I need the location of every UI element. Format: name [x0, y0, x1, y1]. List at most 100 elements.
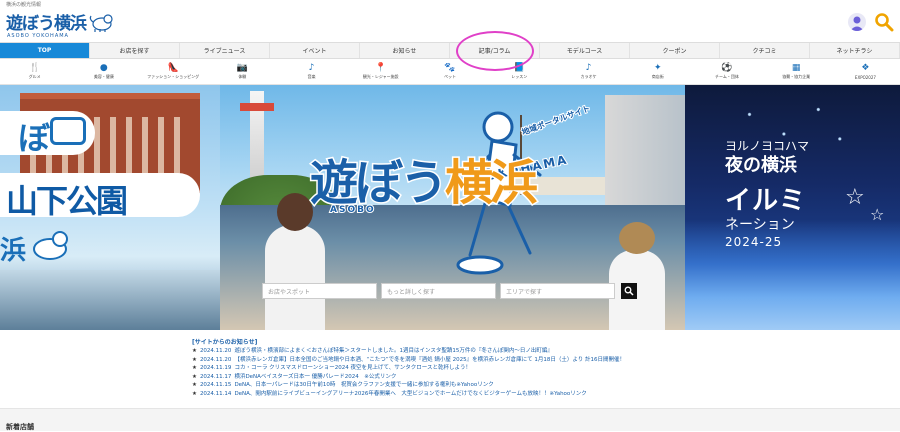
search-icon[interactable] — [874, 12, 894, 32]
category-label: 商店街 — [651, 74, 664, 79]
tab-live-news[interactable]: ライブニュース — [180, 43, 270, 58]
asobo-text: ASOBO — [329, 204, 376, 216]
hero-logo: 遊ぼう横浜 — [308, 143, 540, 213]
hero-slide-main[interactable]: 地域ポータルサイト YOKOHAMA 遊ぼう横浜 ASOBO お店やスポット も… — [220, 85, 685, 330]
star-bullet-icon: ★ — [192, 382, 197, 388]
category-experience[interactable]: 📷 体験 — [208, 59, 277, 84]
tab-find-stores[interactable]: お店を探す — [90, 43, 180, 58]
music-note-icon: ♪ — [585, 62, 592, 73]
beauty-icon: ● — [99, 62, 108, 73]
news-item[interactable]: ★ 2024.11.15 DeNA、日本一パレードは30日午前10時 祝賀会クラファ… — [192, 381, 752, 390]
news-link[interactable]: DeNA、日本一パレードは30日午前10時 祝賀会クラファン支援で一緒に参加する… — [234, 382, 493, 388]
search-icon — [624, 286, 634, 296]
news-item[interactable]: ★ 2024.11.20 【横浜赤レンガ倉庫】日本全国のご当地鍋や日本酒、“こたつ”… — [192, 356, 752, 365]
announcements-title: [サイトからのお知らせ] — [192, 339, 258, 346]
logo-subtitle: ASOBO YOKOHAMA — [7, 33, 69, 39]
tab-top[interactable]: TOP — [0, 43, 90, 58]
store-spot-search-input[interactable]: お店やスポット — [262, 283, 377, 299]
category-lessons[interactable]: 📘 レッスン — [485, 59, 554, 84]
category-karaoke[interactable]: ♪ カラオケ — [554, 59, 623, 84]
music-note-icon: ♪ — [308, 62, 315, 73]
news-item[interactable]: ★ 2024.11.14 DeNA、閲内駅前にライブビューイングアリーナ2026年春… — [192, 390, 752, 399]
category-shopping-street[interactable]: ✦ 商店街 — [623, 59, 692, 84]
slide-logo-text: 浜 — [0, 236, 27, 266]
user-icon[interactable] — [848, 13, 866, 31]
star-bullet-icon: ★ — [192, 356, 197, 363]
site-logo[interactable]: 遊ぼう横浜 ASOBO YOKOHAMA — [6, 9, 114, 39]
dog-mascot-icon — [33, 231, 68, 260]
tab-articles-columns[interactable]: 記事/コラム — [450, 30, 540, 71]
category-label: ペット — [444, 74, 457, 79]
site-tagline: 横浜の観光情報 — [6, 2, 42, 8]
sparkle-icon: ✦ — [653, 62, 662, 73]
category-label: 音楽 — [307, 74, 316, 79]
building-icon: ▦ — [791, 62, 801, 73]
hero-slide-illumination[interactable]: ヨルノヨコハマ 夜の横浜 イルミ ネーション 2024-25 ☆ ☆ — [685, 85, 900, 330]
illumination-title-2: イルミ — [725, 186, 807, 216]
detailed-search-input[interactable]: もっと詳しく探す — [381, 283, 496, 299]
search-submit-button[interactable] — [621, 283, 637, 299]
category-sightseeing[interactable]: 📍 観光・レジャー施設 — [346, 59, 415, 84]
star-icon: ☆ — [870, 205, 885, 224]
heel-shoe-icon: 👠 — [167, 62, 179, 73]
site-announcements: [サイトからのお知らせ] ★ 2024.11.20 遊ぼう横浜・横濱部によまく＜おさ… — [192, 337, 752, 398]
person-photo — [265, 193, 325, 330]
fork-knife-icon: 🍴 — [29, 62, 41, 73]
category-fashion[interactable]: 👠 ファッション・ショッピング — [138, 59, 207, 84]
news-item[interactable]: ★ 2024.11.20 遊ぼう横浜・横濱部によまく＜おさんぽ特集＞スタートしました… — [192, 347, 752, 356]
tab-net-flyers[interactable]: ネットチラシ — [810, 43, 900, 58]
category-music[interactable]: ♪ 音楽 — [277, 59, 346, 84]
news-item[interactable]: ★ 2024.11.17 横浜DeNAベイスターズ日本一 優勝パレード2024 ※公… — [192, 373, 752, 382]
star-bullet-icon: ★ — [192, 348, 197, 354]
category-teams[interactable]: ⚽ チーム・団体 — [692, 59, 761, 84]
main-nav: TOP お店を探す ライブニュース イベント お知らせ 記事/コラム モデルコー… — [0, 30, 900, 71]
hero-logo-b: 横浜 — [444, 154, 540, 213]
news-date: 2024.11.17 — [199, 373, 232, 380]
category-expo2027[interactable]: ❖ EXPO2027 — [831, 59, 900, 84]
new-stores-section: 新着店舗 — [0, 408, 900, 431]
tab-announcements[interactable]: お知らせ — [360, 43, 450, 58]
camera-icon: 📷 — [236, 62, 248, 73]
news-link[interactable]: 横浜DeNAベイスターズ日本一 優勝パレード2024 ※公式リンク — [234, 374, 396, 380]
hero-search-bar: お店やスポット もっと詳しく探す エリアで探す — [262, 283, 637, 299]
paw-icon: 🐾 — [444, 62, 456, 73]
hero-slide-yamashita-park[interactable]: ぼ 山下公園 ‹ 浜 — [0, 85, 220, 330]
hero-logo-a: 遊ぼう — [308, 154, 449, 213]
soccer-ball-icon: ⚽ — [721, 62, 733, 73]
expo-icon: ❖ — [861, 63, 870, 73]
news-link[interactable]: DeNA、閲内駅前にライブビューイングアリーナ2026年春開業へ 大型ビジョンで… — [234, 391, 586, 397]
illumination-title-3: ネーション — [725, 217, 795, 233]
book-icon: 📘 — [513, 62, 525, 73]
video-camera-icon — [50, 117, 86, 145]
area-search-input[interactable]: エリアで探す — [500, 283, 615, 299]
news-date: 2024.11.20 — [199, 356, 232, 363]
slide-bo-text: ぼ — [18, 119, 51, 157]
category-label: 協賛・協力企業 — [782, 74, 811, 79]
category-label: EXPO2027 — [854, 74, 876, 80]
news-item[interactable]: ★ 2024.11.19 コカ・コーラ クリスマスドローンショー2024 夜空を見上… — [192, 364, 752, 373]
category-beauty[interactable]: ● 美容・健康 — [69, 59, 138, 84]
category-label: 体験 — [238, 74, 247, 79]
category-label: グルメ — [28, 74, 41, 79]
tab-events[interactable]: イベント — [270, 43, 360, 58]
category-sponsors[interactable]: ▦ 協賛・協力企業 — [762, 59, 831, 84]
illumination-years: 2024-25 — [725, 235, 783, 249]
news-link[interactable]: 【横浜赤レンガ倉庫】日本全国のご当地鍋や日本酒、“こたつ”で冬を満喫『酒処 鍋小… — [234, 357, 625, 363]
news-link[interactable]: コカ・コーラ クリスマスドローンショー2024 夜空を見上げて、サンタクロースと… — [234, 365, 471, 371]
news-link[interactable]: 遊ぼう横浜・横濱部によまく＜おさんぽ特集＞スタートしました。1週目はインスタ聖蹟… — [234, 348, 552, 354]
tab-reviews[interactable]: クチコミ — [720, 43, 810, 58]
carousel-prev-icon[interactable]: ‹ — [0, 203, 6, 219]
illumination-image — [685, 220, 900, 330]
tab-model-course[interactable]: モデルコース — [540, 43, 630, 58]
news-date: 2024.11.20 — [199, 348, 232, 354]
category-pets[interactable]: 🐾 ペット — [415, 59, 484, 84]
news-date: 2024.11.19 — [199, 365, 232, 371]
star-bullet-icon: ★ — [192, 373, 197, 380]
category-label: 美容・健康 — [93, 74, 114, 79]
category-label: カラオケ — [580, 74, 597, 79]
category-label: ファッション・ショッピング — [147, 74, 200, 79]
hero-carousel[interactable]: ぼ 山下公園 ‹ 浜 地域ポータルサイト YOKOHAMA 遊ぼう横浜 ASOB… — [0, 85, 900, 330]
tab-coupons[interactable]: クーポン — [630, 43, 720, 58]
category-gourmet[interactable]: 🍴 グルメ — [0, 59, 69, 84]
category-label: チーム・団体 — [715, 74, 739, 79]
